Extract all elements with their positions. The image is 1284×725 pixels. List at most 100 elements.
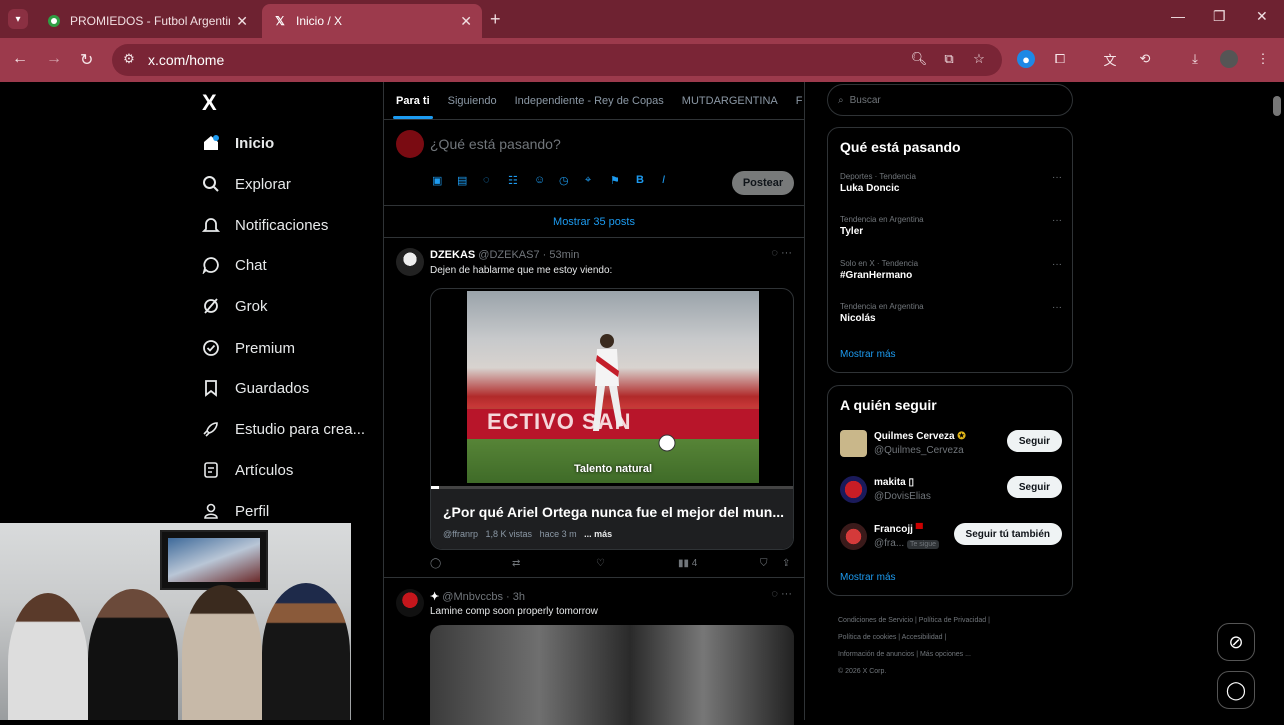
trend-more-icon[interactable]: ··· (1052, 215, 1062, 226)
address-bar[interactable] (112, 44, 1002, 76)
close-tab-icon[interactable]: ✕ (460, 13, 472, 30)
minimize-icon[interactable]: — (1171, 8, 1185, 24)
avatar[interactable] (840, 430, 867, 457)
translate-icon[interactable]: 文 (1101, 50, 1119, 68)
media-icon[interactable]: ▣ (432, 174, 442, 187)
follow-suggestion[interactable]: Quilmes Cerveza ✪ @Quilmes_Cerveza Segui… (840, 428, 1062, 460)
search-input[interactable]: ⌕ Buscar (827, 84, 1073, 116)
grok-image-icon[interactable]: ◌ (483, 174, 490, 186)
reply-icon[interactable]: ◯ (430, 558, 441, 569)
trend-more-icon[interactable]: ··· (1052, 259, 1062, 270)
avatar[interactable] (396, 248, 424, 276)
tab-search-button[interactable]: ▾ (8, 9, 28, 29)
browser-menu-icon[interactable]: ⋮ (1254, 50, 1272, 68)
messages-fab-icon[interactable]: ◯ (1217, 671, 1255, 709)
nav-item-inicio[interactable]: Inicio (200, 130, 274, 156)
emoji-icon[interactable]: ☺ (534, 174, 545, 186)
bookmark-star-icon[interactable]: ☆ (970, 50, 988, 68)
browser-tab-x[interactable]: 𝕏 Inicio / X ✕ (262, 4, 482, 38)
restore-icon[interactable]: ❐ (1213, 8, 1226, 25)
x-logo-icon[interactable]: X (202, 90, 217, 116)
back-icon[interactable]: ← (12, 50, 28, 68)
italic-icon[interactable]: I (662, 174, 665, 186)
install-app-icon[interactable]: ⧉ (940, 50, 958, 68)
post-more-icon[interactable]: ◌ ··· (771, 247, 792, 259)
tab-more[interactable]: F (796, 95, 803, 107)
tab-independiente[interactable]: Independiente - Rey de Copas (515, 95, 664, 107)
flag-icon[interactable]: ⚑ (610, 174, 620, 187)
close-tab-icon[interactable]: ✕ (236, 13, 248, 30)
share-icon[interactable]: ⇪ (782, 558, 790, 569)
extension-blue-icon[interactable]: ● (1017, 50, 1035, 68)
close-window-icon[interactable]: ✕ (1256, 8, 1268, 25)
nav-item-grok[interactable]: Grok (200, 293, 268, 319)
nav-item-premium[interactable]: Premium (200, 335, 295, 361)
bookmark-post-icon[interactable]: ⛉ (760, 558, 768, 569)
tab-mutdargentina[interactable]: MUTDARGENTINA (682, 95, 778, 107)
post[interactable]: DZEKAS @DZEKAS7 · 53min ◌ ··· Dejen de h… (384, 238, 804, 578)
url-text[interactable]: x.com/home (148, 52, 224, 68)
video-card[interactable]: ECTIVO SAN Talento natural ¿Por qué Arie… (430, 288, 794, 550)
extensions-puzzle-icon[interactable]: ⧠ (1051, 50, 1069, 68)
follow-suggestion[interactable]: makita ▯ @DovisElias Seguir (840, 474, 1062, 506)
post-author[interactable]: ✦ @Mnbvccbs · 3h (430, 590, 525, 603)
footer-line[interactable]: Condiciones de Servicio | Política de Pr… (838, 612, 1078, 629)
nav-item-explorar[interactable]: Explorar (200, 171, 291, 197)
site-info-icon[interactable]: ⚙ (120, 50, 138, 68)
nav-item-perfil[interactable]: Perfil (200, 498, 269, 524)
history-icon[interactable]: ⟲ (1136, 50, 1154, 68)
post-image[interactable] (430, 625, 794, 725)
post-more-icon[interactable]: ◌ ··· (771, 588, 792, 600)
trend-more-icon[interactable]: ··· (1052, 302, 1062, 313)
profile-avatar-icon[interactable] (1220, 50, 1238, 68)
who-show-more-link[interactable]: Mostrar más (840, 572, 896, 583)
trend-more-icon[interactable]: ··· (1052, 172, 1062, 183)
post[interactable]: ✦ @Mnbvccbs · 3h ◌ ··· Lamine comp soon … (384, 579, 804, 725)
nav-item-notificaciones[interactable]: Notificaciones (200, 212, 328, 238)
grok-fab-icon[interactable]: ⊘ (1217, 623, 1255, 661)
zoom-icon[interactable]: 🔍︎ (910, 50, 928, 68)
reload-icon[interactable]: ↻ (80, 50, 93, 70)
video-card-info[interactable]: ¿Por qué Ariel Ortega nunca fue el mejor… (431, 489, 793, 549)
scrollbar-thumb[interactable] (1273, 96, 1281, 116)
video-player[interactable]: ECTIVO SAN Talento natural (467, 291, 759, 483)
avatar[interactable] (396, 589, 424, 617)
post-button[interactable]: Postear (732, 171, 794, 195)
download-icon[interactable]: ⤓ (1186, 50, 1204, 68)
schedule-icon[interactable]: ◷ (559, 174, 569, 187)
like-icon[interactable]: ♡ (596, 558, 605, 569)
card-more-link[interactable]: ... más (584, 529, 612, 539)
avatar[interactable] (840, 476, 867, 503)
scrollbar[interactable] (1271, 82, 1284, 720)
trend-item[interactable]: Tendencia en Argentina Tyler ··· (840, 215, 1062, 237)
follow-button[interactable]: Seguir (1006, 476, 1062, 498)
footer-line[interactable]: Política de cookies | Accesibilidad | (838, 629, 1078, 646)
trend-item[interactable]: Tendencia en Argentina Nicolás ··· (840, 302, 1062, 324)
forward-icon[interactable]: → (46, 50, 62, 68)
gif-icon[interactable]: ▤ (457, 174, 467, 187)
location-icon[interactable]: ⌖ (585, 174, 591, 187)
new-tab-icon[interactable]: + (490, 9, 501, 30)
nav-item-estudio[interactable]: Estudio para crea... (200, 416, 365, 442)
tab-siguiendo[interactable]: Siguiendo (448, 95, 497, 107)
tab-para-ti[interactable]: Para ti (393, 95, 433, 119)
trend-item[interactable]: Solo en X · Tendencia #GranHermano ··· (840, 259, 1062, 281)
bold-icon[interactable]: B (636, 174, 644, 186)
nav-item-chat[interactable]: Chat (200, 252, 267, 278)
follow-button[interactable]: Seguir (1006, 430, 1062, 452)
views-icon[interactable]: ▮▮ 4 (678, 558, 697, 569)
show-posts-link[interactable]: Mostrar 35 posts (384, 206, 804, 238)
poll-icon[interactable]: ☷ (508, 174, 518, 187)
browser-tab-promiedos[interactable]: PROMIEDOS - Futbol Argentino ✕ (36, 4, 258, 38)
trending-show-more-link[interactable]: Mostrar más (840, 349, 896, 360)
avatar[interactable] (840, 523, 867, 550)
follow-back-button[interactable]: Seguir tú también (953, 523, 1062, 545)
footer-line[interactable]: Información de anuncios | Más opciones .… (838, 646, 1078, 663)
trend-item[interactable]: Deportes · Tendencia Luka Doncic ··· (840, 172, 1062, 194)
repost-icon[interactable]: ⇄ (512, 558, 520, 569)
nav-item-articulos[interactable]: Artículos (200, 457, 293, 483)
follow-suggestion[interactable]: Francojj ▀ @fra... Te sigue Seguir tú ta… (840, 521, 1062, 553)
post-author[interactable]: DZEKAS @DZEKAS7 · 53min (430, 249, 579, 261)
avatar[interactable] (396, 130, 424, 158)
nav-item-guardados[interactable]: Guardados (200, 375, 309, 401)
